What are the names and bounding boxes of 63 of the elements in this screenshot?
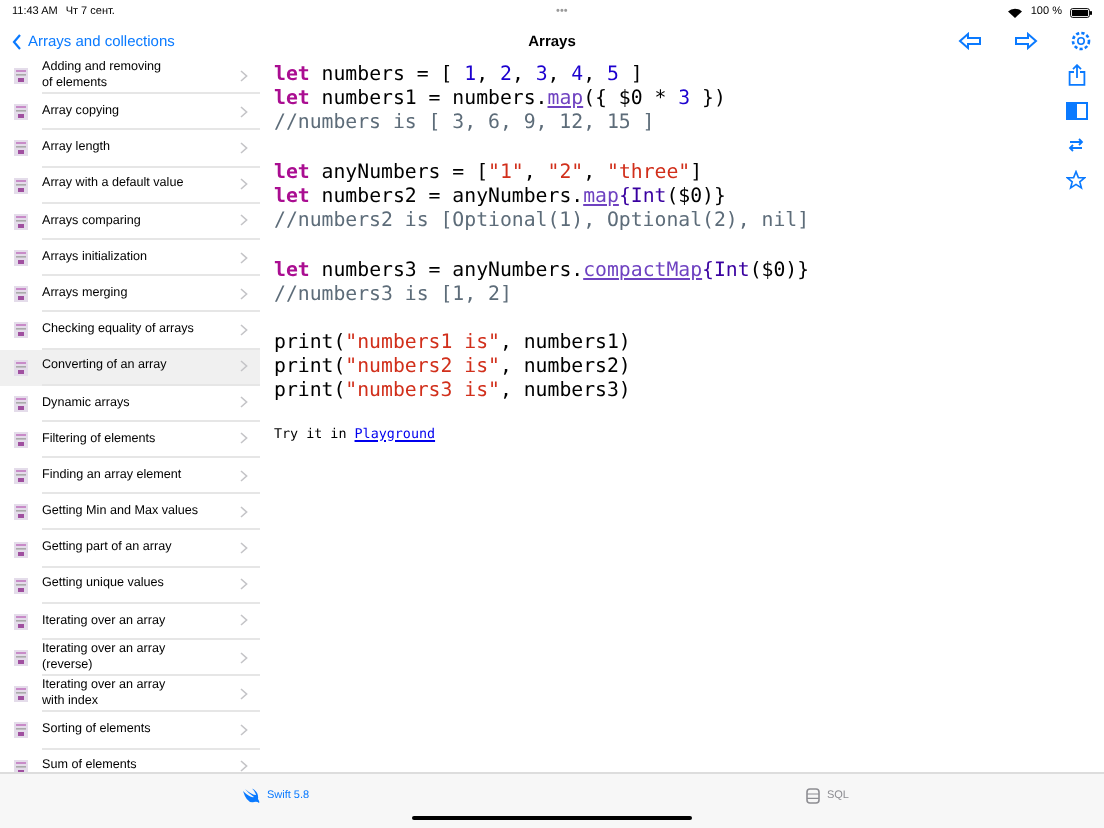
battery-icon xyxy=(1069,7,1092,17)
chevron-icon xyxy=(240,578,248,591)
document-icon xyxy=(14,431,28,448)
chevron-icon xyxy=(240,760,248,772)
chevron-icon xyxy=(240,542,248,555)
document-icon xyxy=(14,395,28,412)
code-line: let numbers1 = numbers.map({ $0 * 3 }) xyxy=(274,88,728,113)
settings-icon[interactable] xyxy=(1070,30,1092,52)
code-line: print("numbers3 is", numbers3) xyxy=(274,380,633,406)
sidebar-toggle-icon[interactable] xyxy=(1065,102,1087,120)
code-line: //numbers2 is [Optional(1), Optional(2), nil] xyxy=(274,210,812,235)
document-icon xyxy=(14,213,28,230)
chevron-icon xyxy=(240,505,248,518)
code-line: //numbers3 is [1, 2] xyxy=(274,283,514,308)
back-arrow-icon[interactable] xyxy=(958,32,982,50)
chevron-icon xyxy=(240,396,248,409)
chevron-icon xyxy=(240,614,248,627)
document-icon xyxy=(14,286,28,303)
document-icon xyxy=(14,577,28,594)
forward-arrow-icon[interactable] xyxy=(1014,32,1038,50)
code-line: print("numbers2 is", numbers2) xyxy=(274,356,633,381)
document-icon xyxy=(14,686,28,703)
chevron-icon xyxy=(240,287,248,300)
database-icon xyxy=(806,788,821,804)
document-icon xyxy=(14,650,28,667)
code-line: //numbers is [ 3, 6, 9, 12, 15 ] xyxy=(274,112,657,138)
document-icon xyxy=(14,104,28,121)
chevron-icon xyxy=(240,323,248,336)
bird-icon xyxy=(242,788,261,804)
chevron-icon xyxy=(240,251,248,264)
document-icon xyxy=(14,504,28,521)
chevron-icon xyxy=(240,651,248,664)
chevron-icon xyxy=(240,469,248,482)
document-icon xyxy=(14,359,28,376)
repeat-icon[interactable] xyxy=(1066,136,1086,154)
star-icon[interactable] xyxy=(1066,170,1086,190)
document-icon xyxy=(14,322,28,339)
document-icon xyxy=(14,541,28,558)
wifi-icon xyxy=(1008,7,1023,17)
code-line: print("numbers1 is", numbers1) xyxy=(274,332,633,357)
document-icon xyxy=(14,722,28,739)
document-icon xyxy=(14,468,28,485)
document-icon xyxy=(14,613,28,630)
code-line: let numbers2 = anyNumbers.map{Int($0)} xyxy=(274,185,728,211)
chevron-icon xyxy=(240,178,248,191)
chevron-icon xyxy=(240,687,248,700)
chevron-icon xyxy=(240,723,248,736)
document-icon xyxy=(14,250,28,267)
document-icon xyxy=(14,68,28,85)
back-chevron-icon xyxy=(12,33,22,49)
chevron-icon xyxy=(240,69,248,82)
code-line: let numbers = [ 1, 2, 3, 4, 5 ] xyxy=(274,64,645,89)
chevron-icon xyxy=(240,105,248,118)
code-line: let anyNumbers = ["1", "2", "three"] xyxy=(274,161,705,186)
chevron-icon xyxy=(240,141,248,154)
document-icon xyxy=(14,177,28,194)
chevron-icon xyxy=(240,360,248,373)
share-icon[interactable] xyxy=(1067,64,1085,86)
document-icon xyxy=(14,759,28,772)
chevron-icon xyxy=(240,432,248,445)
chevron-icon xyxy=(240,214,248,227)
document-icon xyxy=(14,140,28,157)
code-line: let numbers3 = anyNumbers.compactMap{Int($0)} xyxy=(274,259,812,284)
